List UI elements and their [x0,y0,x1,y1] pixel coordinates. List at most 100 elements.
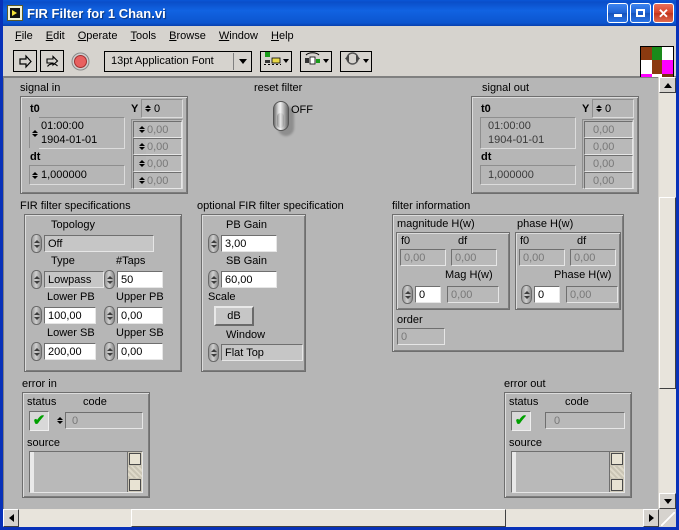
align-objects-button[interactable] [260,50,292,72]
magnitude-index-stepper[interactable] [402,285,413,304]
pb-gain-value[interactable]: 3,00 [221,235,277,252]
phase-df-label: df [577,235,587,247]
phase-f0-label: f0 [520,235,530,247]
align-objects-icon [264,51,281,71]
scroll-down-button[interactable] [659,493,676,509]
error-in-code-value[interactable]: 0 [65,412,143,429]
menu-file[interactable]: File [9,29,40,43]
window-title: FIR Filter for 1 Chan.vi [27,5,166,21]
vertical-scrollbar[interactable] [658,77,676,509]
distribute-objects-button[interactable] [300,50,332,72]
upper-pb-stepper[interactable] [104,306,115,325]
window-controls: ✕ [607,3,674,23]
font-selector-chevron-down-icon[interactable] [234,58,251,64]
reorder-chevron-down-icon[interactable] [363,59,369,63]
taps-stepper[interactable] [104,270,115,289]
run-continuously-button[interactable] [40,50,64,72]
signal-in-dt-stepper[interactable] [30,167,39,184]
fir-specs-title: FIR filter specifications [20,200,131,212]
reorder-icon [344,51,361,71]
sb-gain-value[interactable]: 60,00 [221,271,277,288]
phase-array-label: Phase H(w) [554,269,612,281]
signal-out-t0-date: 1904-01-01 [488,134,545,146]
pb-gain-stepper[interactable] [208,234,219,253]
horizontal-scrollbar[interactable] [3,509,659,527]
signal-in-y-1: 0,00 [133,138,182,155]
scroll-up-button[interactable] [659,77,676,93]
signal-in-y-0: 0,00 [133,121,182,138]
distribute-objects-chevron-down-icon[interactable] [323,59,329,63]
lower-sb-label: Lower SB [47,327,95,339]
signal-in-t0-box[interactable]: 01:00:00 1904-01-01 [29,117,125,149]
signal-out-y-array: 0,00 0,00 0,00 0,00 [582,119,634,189]
scroll-left-button[interactable] [3,509,19,527]
horizontal-scroll-track[interactable] [19,509,643,527]
type-value[interactable]: Lowpass [44,271,104,288]
vertical-scroll-thumb[interactable] [659,197,676,389]
topology-value[interactable]: Off [44,235,154,252]
lower-pb-stepper[interactable] [31,306,42,325]
reset-filter-switch[interactable] [273,101,289,131]
phase-title: phase H(w) [517,218,574,230]
signal-in-cluster: t0 01:00:00 1904-01-01 dt 1,000000 Y 0 0… [20,96,188,194]
run-button[interactable] [13,50,37,72]
signal-out-y-index-stepper[interactable] [594,100,603,117]
close-button[interactable]: ✕ [653,3,674,23]
signal-in-dt-box[interactable]: 1,000000 [29,165,125,185]
phase-index[interactable]: 0 [534,286,560,303]
vertical-scroll-track[interactable] [659,93,676,493]
phase-subcluster: f0 0,00 df 0,00 Phase H(w) 0 0,00 [515,232,621,310]
error-out-source-scrollbar[interactable] [609,452,624,492]
abort-button[interactable] [67,50,93,72]
error-in-status-boolean[interactable]: ✔ [29,411,49,431]
phase-index-stepper[interactable] [521,285,532,304]
upper-sb-value[interactable]: 0,00 [117,343,163,360]
menu-browse[interactable]: Browse [163,29,213,43]
signal-out-y-index-box[interactable]: 0 [592,99,634,118]
signal-in-y-index-stepper[interactable] [143,100,152,117]
signal-in-y-index-box[interactable]: 0 [141,99,183,118]
lower-sb-stepper[interactable] [31,342,42,361]
lower-sb-value[interactable]: 200,00 [44,343,96,360]
sb-gain-stepper[interactable] [208,270,219,289]
error-in-source-scrollbar[interactable] [127,452,142,492]
align-objects-chevron-down-icon[interactable] [283,59,289,63]
signal-in-t0-stepper[interactable] [30,117,39,149]
topology-stepper[interactable] [31,234,42,253]
lower-pb-value[interactable]: 100,00 [44,307,96,324]
scroll-right-button[interactable] [643,509,659,527]
horizontal-scroll-thumb[interactable] [131,509,506,527]
magnitude-index[interactable]: 0 [415,286,441,303]
taps-label: #Taps [116,255,146,267]
signal-in-dt-value: 1,000000 [41,169,87,181]
type-stepper[interactable] [31,270,42,289]
run-arrow-icon [18,53,33,69]
scroll-up-button[interactable] [611,453,623,465]
scroll-up-button[interactable] [129,453,141,465]
menu-tools[interactable]: Tools [124,29,163,43]
minimize-button[interactable] [607,3,628,23]
signal-out-y-0: 0,00 [584,121,633,138]
scroll-down-button[interactable] [129,479,141,491]
scale-db-button[interactable]: dB [214,306,254,326]
error-in-source-box[interactable] [29,451,143,493]
upper-sb-stepper[interactable] [104,342,115,361]
font-selector[interactable]: 13pt Application Font [104,50,252,72]
taps-value[interactable]: 50 [117,271,163,288]
phase-value: 0,00 [566,286,618,303]
upper-pb-label: Upper PB [116,291,164,303]
upper-pb-value[interactable]: 0,00 [117,307,163,324]
menu-operate[interactable]: Operate [72,29,125,43]
maximize-button[interactable] [630,3,651,23]
menu-edit[interactable]: Edit [40,29,72,43]
scroll-down-button[interactable] [611,479,623,491]
menu-help[interactable]: Help [265,29,301,43]
resize-grip[interactable] [659,509,676,527]
window-value[interactable]: Flat Top [221,344,303,361]
signal-in-y-array[interactable]: 0,00 0,00 0,00 0,00 [131,119,183,189]
reorder-button[interactable] [340,50,372,72]
signal-out-y-2: 0,00 [584,155,633,172]
window-stepper[interactable] [208,343,219,362]
error-in-code-stepper[interactable] [55,412,64,429]
menu-window[interactable]: Window [213,29,265,43]
